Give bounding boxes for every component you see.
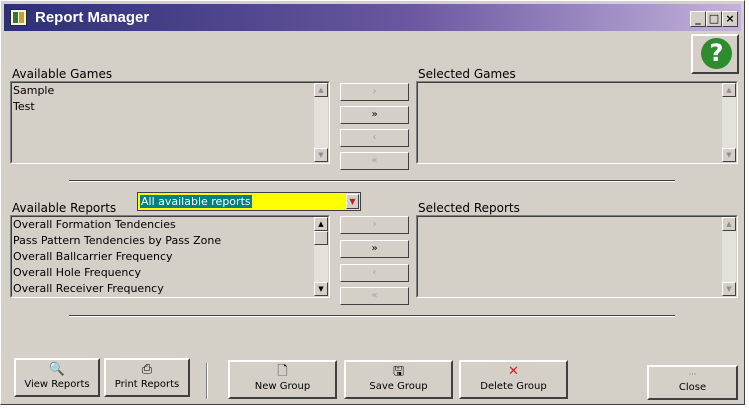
view-reports-button[interactable]: 🔍 View Reports: [14, 358, 100, 397]
scroll-down-arrow-icon[interactable]: ▼: [314, 282, 328, 296]
report-filter-dropdown[interactable]: All available reports ▼: [137, 192, 361, 211]
scroll-down-arrow-icon[interactable]: ▼: [314, 148, 328, 162]
add-all-reports-button[interactable]: »: [340, 240, 409, 258]
available-games-items: Sample Test: [13, 83, 313, 115]
report-list-item[interactable]: Overall Receiver Frequency: [13, 281, 313, 297]
save-group-label: Save Group: [369, 381, 428, 392]
selected-reports-label: Selected Reports: [418, 201, 520, 215]
selected-games-list[interactable]: ▲ ▼: [416, 81, 738, 164]
exit-icon: ···: [688, 370, 697, 379]
scroll-up-arrow-icon[interactable]: ▲: [722, 217, 736, 231]
new-group-label: New Group: [254, 381, 311, 392]
divider: [69, 180, 675, 182]
available-games-list[interactable]: Sample Test ▲ ▼: [10, 81, 330, 164]
delete-group-label: Delete Group: [480, 381, 547, 392]
scroll-up-arrow-icon[interactable]: ▲: [314, 83, 328, 97]
available-reports-label: Available Reports: [12, 201, 117, 215]
window-title: Report Manager: [35, 9, 150, 26]
help-button[interactable]: ?: [691, 34, 739, 74]
remove-all-games-button[interactable]: «: [340, 152, 409, 170]
new-group-button[interactable]: 🗋 New Group: [228, 360, 337, 399]
help-icon: ?: [701, 38, 732, 69]
available-reports-items: Overall Formation Tendencies Pass Pattern…: [13, 217, 313, 297]
selected-games-scrollbar[interactable]: ▲ ▼: [722, 83, 736, 162]
add-game-button[interactable]: ›: [340, 83, 409, 101]
selected-reports-scrollbar[interactable]: ▲ ▼: [722, 217, 736, 296]
game-list-item[interactable]: Sample: [13, 83, 313, 99]
remove-report-button[interactable]: ‹: [340, 264, 409, 282]
close-label: Close: [678, 382, 707, 393]
printer-icon: ⎙: [141, 362, 153, 377]
report-list-item[interactable]: Pass Pattern Tendencies by Pass Zone: [13, 233, 313, 249]
print-reports-label: Print Reports: [114, 379, 180, 390]
print-reports-button[interactable]: ⎙ Print Reports: [104, 358, 190, 397]
remove-all-reports-button[interactable]: «: [340, 287, 409, 305]
scroll-thumb[interactable]: [314, 231, 328, 245]
scroll-up-arrow-icon[interactable]: ▲: [314, 217, 328, 231]
report-list-item[interactable]: Overall Ballcarrier Frequency: [13, 249, 313, 265]
selected-games-label: Selected Games: [418, 67, 516, 81]
game-list-item[interactable]: Test: [13, 99, 313, 115]
report-list-item[interactable]: Overall Formation Tendencies: [13, 217, 313, 233]
magnifier-page-icon: 🔍: [48, 362, 66, 377]
remove-game-button[interactable]: ‹: [340, 129, 409, 147]
available-games-label: Available Games: [12, 67, 113, 81]
app-icon: [10, 9, 27, 26]
delete-group-button[interactable]: ✕ Delete Group: [459, 360, 568, 399]
floppy-disk-icon: 🖫: [392, 364, 405, 379]
title-bar[interactable]: Report Manager _ □ ×: [4, 4, 741, 31]
save-group-button[interactable]: 🖫 Save Group: [344, 360, 453, 399]
add-report-button[interactable]: ›: [340, 216, 409, 234]
minimize-button[interactable]: _: [690, 11, 706, 27]
view-reports-label: View Reports: [24, 379, 90, 390]
selected-reports-list[interactable]: ▲ ▼: [416, 215, 738, 298]
dropdown-arrow-icon[interactable]: ▼: [346, 194, 359, 209]
available-reports-scrollbar[interactable]: ▲ ▼: [314, 217, 328, 296]
divider: [69, 315, 675, 317]
scroll-up-arrow-icon[interactable]: ▲: [722, 83, 736, 97]
close-window-button[interactable]: ×: [722, 11, 738, 27]
available-games-scrollbar[interactable]: ▲ ▼: [314, 83, 328, 162]
close-button[interactable]: ··· Close: [647, 365, 738, 400]
maximize-button[interactable]: □: [706, 11, 722, 27]
report-list-item[interactable]: Overall Hole Frequency: [13, 265, 313, 281]
toolbar-divider: [206, 363, 208, 399]
scroll-down-arrow-icon[interactable]: ▼: [722, 148, 736, 162]
blank-page-icon: 🗋: [277, 364, 288, 379]
available-reports-list[interactable]: Overall Formation Tendencies Pass Pattern…: [10, 215, 330, 298]
add-all-games-button[interactable]: »: [340, 106, 409, 124]
report-filter-value: All available reports: [140, 195, 252, 208]
report-manager-window: Report Manager _ □ × ? Available Games S…: [0, 0, 745, 405]
red-x-icon: ✕: [508, 364, 519, 379]
scroll-down-arrow-icon[interactable]: ▼: [722, 282, 736, 296]
